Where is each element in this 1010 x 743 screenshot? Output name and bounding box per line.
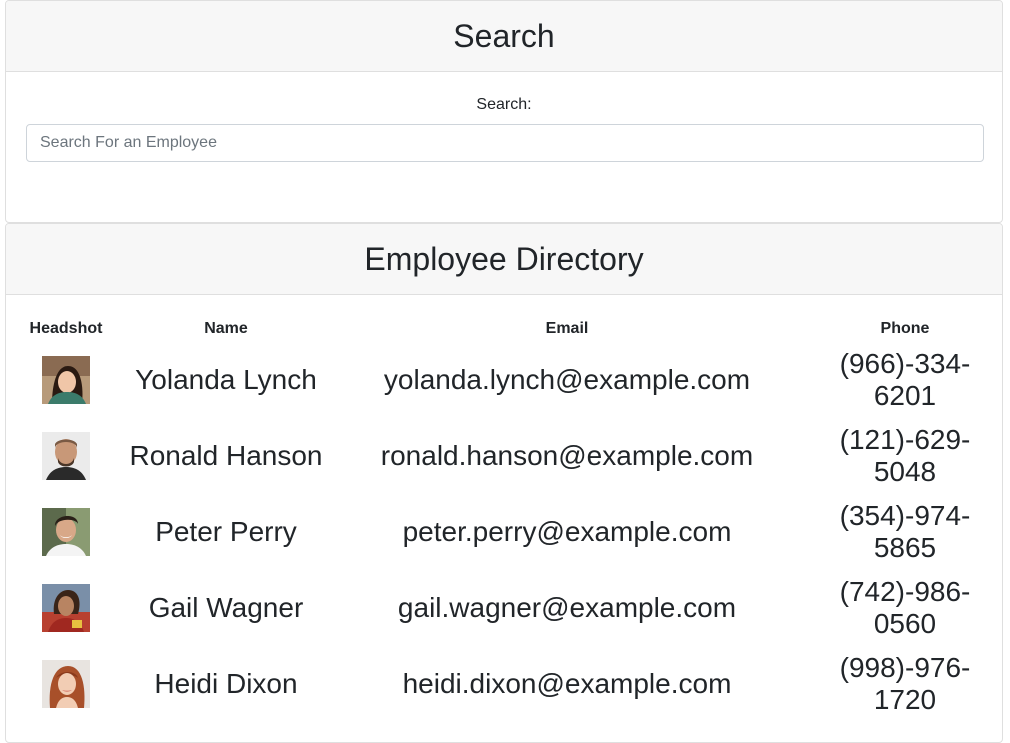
employee-name: Heidi Dixon [154,668,298,699]
avatar [42,432,90,480]
column-header-email[interactable]: Email [326,316,808,342]
employee-email[interactable]: ronald.hanson@example.com [326,418,808,494]
employee-phone: (121)-629- 5048 [808,418,1002,494]
employee-directory-card: Employee Directory Headshot Name Email P… [5,223,1003,743]
woman-headshot-icon [42,584,90,632]
headshot-cell [6,570,126,646]
man-headshot-icon [42,432,90,480]
table-row: Yolanda Lynch yolanda.lynch@example.com … [6,342,1002,418]
column-header-name[interactable]: Name [126,316,326,342]
phone-line-2: 0560 [873,608,937,639]
employee-phone: (966)-334- 6201 [808,342,1002,418]
phone-line-1: (121)-629- [839,424,971,455]
table-header-row: Headshot Name Email Phone [6,316,1002,342]
employee-name: Gail Wagner [148,592,304,623]
table-row: Ronald Hanson ronald.hanson@example.com … [6,418,1002,494]
employee-email[interactable]: yolanda.lynch@example.com [326,342,808,418]
employee-phone: (998)-976- 1720 [808,646,1002,722]
headshot-cell [6,494,126,570]
table-row: Gail Wagner gail.wagner@example.com (742… [6,570,1002,646]
directory-card-header: Employee Directory [6,224,1002,295]
employee-table: Headshot Name Email Phone Yolanda Lynch … [6,316,1002,722]
search-input[interactable] [26,124,984,162]
search-card-title: Search [453,17,555,54]
search-form: Search: [6,72,1002,222]
search-card-header: Search [6,1,1002,72]
headshot-cell [6,418,126,494]
employee-phone: (354)-974- 5865 [808,494,1002,570]
employee-email[interactable]: heidi.dixon@example.com [326,646,808,722]
avatar [42,660,90,708]
table-row: Peter Perry peter.perry@example.com (354… [6,494,1002,570]
column-header-headshot[interactable]: Headshot [6,316,126,342]
employee-email[interactable]: peter.perry@example.com [326,494,808,570]
woman-headshot-icon [42,356,90,404]
search-card: Search Search: [5,0,1003,223]
employee-name: Ronald Hanson [129,440,323,471]
column-header-phone[interactable]: Phone [808,316,1002,342]
phone-line-1: (742)-986- [839,576,971,607]
woman-headshot-icon [42,660,90,708]
avatar [42,584,90,632]
table-row: Heidi Dixon heidi.dixon@example.com (998… [6,646,1002,722]
employee-email[interactable]: gail.wagner@example.com [326,570,808,646]
search-label: Search: [476,96,532,113]
phone-line-1: (998)-976- [839,652,971,683]
phone-line-2: 6201 [873,380,937,411]
employee-name: Peter Perry [155,516,297,547]
directory-card-title: Employee Directory [364,240,644,277]
man-headshot-icon [42,508,90,556]
phone-line-2: 5865 [873,532,937,563]
phone-line-1: (354)-974- [839,500,971,531]
employee-phone: (742)-986- 0560 [808,570,1002,646]
phone-line-2: 1720 [873,684,937,715]
phone-line-1: (966)-334- [839,348,971,379]
avatar [42,508,90,556]
employee-name: Yolanda Lynch [135,364,317,395]
headshot-cell [6,646,126,722]
headshot-cell [6,342,126,418]
phone-line-2: 5048 [873,456,937,487]
avatar [42,356,90,404]
